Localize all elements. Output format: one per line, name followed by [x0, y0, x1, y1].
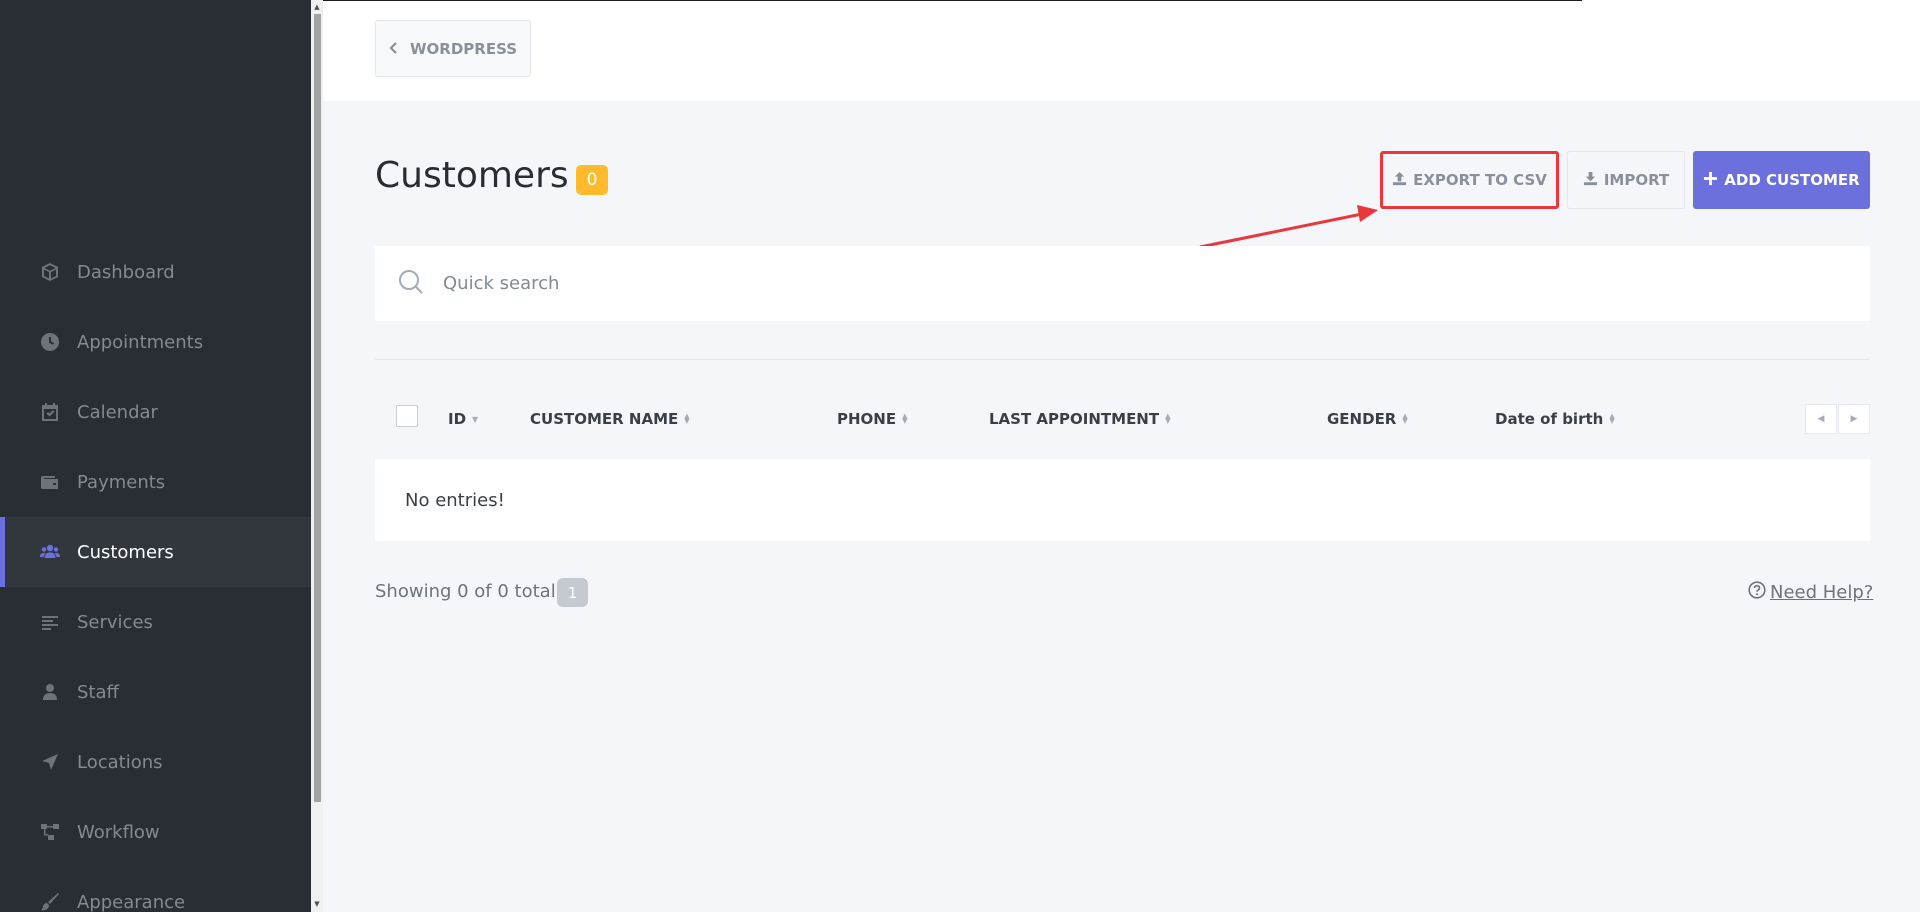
- table-header: ID ▼ CUSTOMER NAME ▲ ▼ PHONE ▲ ▼ LAST APPO…: [375, 394, 1870, 444]
- sidebar-item-label: Workflow: [77, 821, 160, 843]
- add-customer-label: ADD CUSTOMER: [1724, 171, 1860, 189]
- search-bar: [375, 246, 1870, 321]
- need-help-label: Need Help?: [1770, 582, 1874, 603]
- box-icon: [40, 262, 60, 282]
- sort-icon: ▲ ▼: [1165, 412, 1171, 425]
- customer-count-badge: 0: [576, 165, 608, 195]
- scroll-up-arrow-icon[interactable]: ▲: [312, 2, 322, 12]
- user-icon: [40, 682, 60, 702]
- upload-icon: [1392, 171, 1407, 190]
- page-number-button[interactable]: 1: [557, 578, 588, 607]
- select-all-checkbox[interactable]: [396, 405, 418, 427]
- sidebar-item-dashboard[interactable]: Dashboard: [0, 237, 311, 307]
- sort-icon: ▲ ▼: [684, 412, 690, 425]
- sidebar-item-label: Payments: [77, 471, 166, 493]
- import-button[interactable]: IMPORT: [1567, 151, 1685, 209]
- sidebar-item-appointments[interactable]: Appointments: [0, 307, 311, 377]
- sidebar-item-label: Appearance: [77, 891, 186, 912]
- caret-right-icon: ▶: [1850, 414, 1858, 424]
- quick-search-input[interactable]: [443, 273, 1743, 294]
- sidebar-item-customers[interactable]: Customers: [0, 517, 311, 587]
- wordpress-label: WORDPRESS: [409, 39, 518, 58]
- sidebar-item-staff[interactable]: Staff: [0, 657, 311, 727]
- empty-message: No entries!: [405, 489, 505, 511]
- table-empty-row: No entries!: [375, 459, 1870, 541]
- sort-desc-icon: ▼: [472, 414, 479, 424]
- sidebar-item-locations[interactable]: Locations: [0, 727, 311, 797]
- column-header-customer-name[interactable]: CUSTOMER NAME ▲ ▼: [530, 410, 690, 428]
- clock-icon: [40, 332, 60, 352]
- sidebar-item-appearance[interactable]: Appearance: [0, 867, 311, 912]
- import-label: IMPORT: [1603, 171, 1670, 189]
- sort-icon: ▲ ▼: [1609, 412, 1615, 425]
- top-border-line: [323, 0, 1582, 1]
- scroll-columns-right-button[interactable]: ▶: [1838, 404, 1870, 434]
- scroll-columns-left-button[interactable]: ◀: [1805, 404, 1837, 434]
- sidebar-item-label: Dashboard: [77, 261, 175, 283]
- sort-icon: ▲ ▼: [902, 412, 908, 425]
- add-customer-button[interactable]: ADD CUSTOMER: [1693, 151, 1870, 209]
- column-header-date-of-birth[interactable]: Date of birth ▲ ▼: [1495, 410, 1615, 428]
- sidebar-item-label: Calendar: [77, 401, 158, 423]
- caret-left-icon: ◀: [1817, 414, 1825, 424]
- scrollbar-thumb[interactable]: [314, 14, 321, 802]
- top-bar: [323, 0, 1920, 101]
- pagination-summary: Showing 0 of 0 total: [375, 581, 556, 602]
- users-icon: [40, 542, 60, 562]
- column-header-last-appointment[interactable]: LAST APPOINTMENT ▲ ▼: [989, 410, 1171, 428]
- workflow-icon: [40, 822, 60, 842]
- sidebar-item-label: Services: [77, 611, 153, 633]
- need-help-link[interactable]: Need Help?: [1748, 581, 1873, 604]
- sidebar-item-label: Appointments: [77, 331, 204, 353]
- export-label: EXPORT TO CSV: [1413, 171, 1547, 189]
- sidebar-nav: Dashboard Appointments Calendar Payments…: [0, 237, 311, 912]
- question-circle-icon: [1748, 581, 1766, 604]
- chevron-left-icon: [389, 40, 398, 58]
- column-header-id[interactable]: ID ▼: [448, 410, 478, 428]
- brush-icon: [40, 892, 60, 912]
- download-icon: [1583, 171, 1598, 190]
- sidebar-item-calendar[interactable]: Calendar: [0, 377, 311, 447]
- wallet-icon: [40, 472, 60, 492]
- list-icon: [40, 612, 60, 632]
- calendar-icon: [40, 402, 60, 422]
- search-icon: [375, 268, 425, 300]
- location-arrow-icon: [40, 752, 60, 772]
- sidebar-item-payments[interactable]: Payments: [0, 447, 311, 517]
- sort-icon: ▲ ▼: [1402, 412, 1408, 425]
- column-header-gender[interactable]: GENDER ▲ ▼: [1327, 410, 1408, 428]
- scroll-down-arrow-icon[interactable]: ▼: [312, 899, 322, 909]
- export-to-csv-button[interactable]: EXPORT TO CSV: [1380, 151, 1559, 209]
- sidebar: Dashboard Appointments Calendar Payments…: [0, 0, 311, 912]
- page-title: Customers: [375, 155, 569, 196]
- sidebar-item-workflow[interactable]: Workflow: [0, 797, 311, 867]
- section-divider: [375, 359, 1870, 360]
- sidebar-item-label: Staff: [77, 681, 119, 703]
- plus-icon: [1703, 171, 1718, 190]
- vertical-scrollbar[interactable]: ▲ ▼: [311, 0, 323, 912]
- sidebar-item-label: Customers: [77, 541, 174, 563]
- sidebar-item-services[interactable]: Services: [0, 587, 311, 657]
- back-to-wordpress-button[interactable]: WORDPRESS: [375, 20, 531, 77]
- column-header-phone[interactable]: PHONE ▲ ▼: [837, 410, 908, 428]
- sidebar-item-label: Locations: [77, 751, 163, 773]
